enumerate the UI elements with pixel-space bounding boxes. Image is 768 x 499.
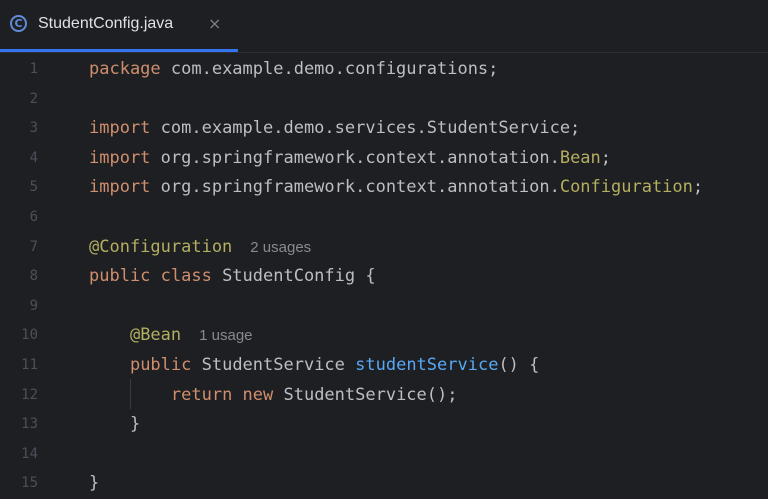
line-number: 10: [21, 327, 38, 344]
line-number: 11: [21, 357, 38, 373]
line-number: 2: [29, 90, 38, 107]
line-number: 13: [21, 416, 38, 433]
code-token-plain: () {: [498, 355, 540, 375]
code-token-ann: @Bean: [129, 325, 182, 346]
code-line[interactable]: }: [89, 469, 99, 499]
tab-label: StudentConfig.java: [38, 15, 174, 32]
code-line[interactable]: public class StudentConfig {: [89, 262, 376, 292]
code-token-plain: StudentConfig {: [211, 266, 376, 287]
code-token-kw: return new: [170, 384, 274, 405]
code-token-plain: com.example.demo.configurations;: [160, 59, 499, 79]
code-token-kw: package: [89, 59, 161, 79]
code-line[interactable]: }: [89, 410, 140, 440]
code-token-kw: public: [129, 355, 192, 375]
code-token-kw: public class: [89, 266, 212, 287]
line-number: 5: [29, 179, 38, 196]
line-number: 9: [29, 297, 38, 314]
code-token-ann: Configuration: [559, 177, 693, 198]
line-number: 14: [21, 445, 38, 462]
code-token-plain: org.springframework.context.annotation.: [150, 147, 560, 168]
line-number: 8: [29, 268, 38, 285]
code-line[interactable]: package com.example.demo.configurations;: [89, 55, 498, 85]
close-icon[interactable]: ×: [208, 14, 221, 34]
code-token-plain: StudentService: [191, 355, 356, 375]
code-token-fn: studentService: [355, 355, 499, 375]
class-icon: C: [10, 15, 27, 32]
code-line[interactable]: import org.springframework.context.annot…: [89, 144, 611, 174]
code-token-kw: import: [89, 177, 151, 198]
code-token-ann: @Configuration: [89, 236, 233, 257]
line-number: 4: [29, 149, 38, 166]
line-number: 3: [29, 120, 38, 137]
code-token-plain: ;: [692, 177, 704, 198]
code-line[interactable]: return new StudentService();: [89, 381, 458, 411]
code-token-plain: com.example.demo.services.StudentService…: [150, 118, 581, 139]
code-line[interactable]: import org.springframework.context.annot…: [89, 173, 703, 203]
code-token-kw: import: [89, 118, 151, 139]
code-token-plain: StudentService();: [273, 384, 458, 405]
line-number-gutter: 1 2 3 4 5 6 7 8 9 10 11 12 13 14 15: [0, 53, 60, 499]
code-line[interactable]: @Bean 1 usage: [89, 321, 253, 351]
code-line[interactable]: @Configuration 2 usages: [89, 233, 311, 263]
line-number: 12: [21, 386, 38, 403]
tab-studentconfig-java[interactable]: C StudentConfig.java ×: [0, 0, 238, 52]
code-token-ann: Bean: [559, 147, 601, 168]
code-token-plain: }: [89, 414, 141, 435]
line-number: 7: [29, 238, 38, 255]
code-line[interactable]: import com.example.demo.services.Student…: [89, 114, 580, 144]
usages-hint[interactable]: 1 usage: [199, 327, 252, 344]
code-token-plain: }: [89, 473, 100, 494]
line-number: 15: [21, 475, 38, 492]
line-number: 6: [29, 209, 38, 225]
code-line[interactable]: public StudentService studentService() {: [89, 351, 539, 381]
code-editor[interactable]: 1 2 3 4 5 6 7 8 9 10 11 12 13 14 15 package com.exampl…: [0, 53, 768, 499]
code-token-plain: ;: [600, 147, 612, 168]
indent-guide: [130, 379, 131, 409]
line-number: 1: [29, 61, 38, 77]
code-token-plain: org.springframework.context.annotation.: [150, 177, 560, 198]
usages-hint[interactable]: 2 usages: [250, 239, 311, 256]
code-token-kw: import: [89, 147, 151, 168]
editor-tab-bar: C StudentConfig.java ×: [0, 0, 768, 53]
